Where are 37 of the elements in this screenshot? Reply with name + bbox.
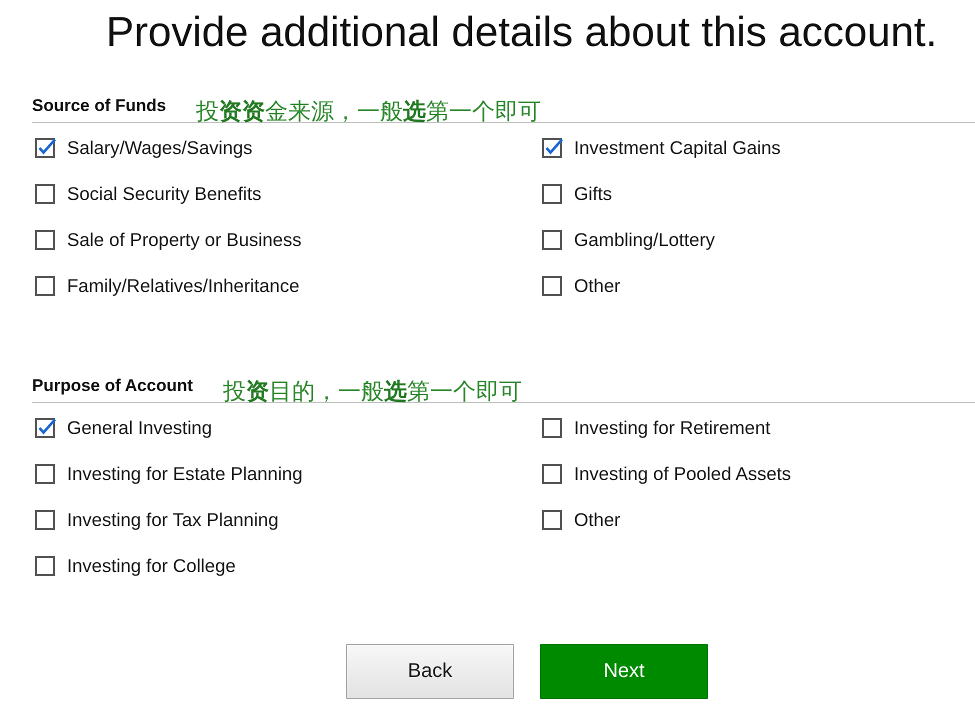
checkbox-label: Salary/Wages/Savings <box>67 137 252 159</box>
section-heading: Source of Funds <box>32 95 166 117</box>
checkbox-label: Investing for College <box>67 555 236 577</box>
back-button[interactable]: Back <box>346 644 514 699</box>
checkbox[interactable] <box>35 275 57 297</box>
checkbox[interactable] <box>542 509 564 531</box>
checkbox[interactable] <box>542 229 564 251</box>
checkbox-label: Investing of Pooled Assets <box>574 463 791 485</box>
checkbox-label: Other <box>574 509 620 531</box>
checkbox-label: Investing for Retirement <box>574 417 770 439</box>
next-button[interactable]: Next <box>540 644 708 699</box>
checkbox-label: Family/Relatives/Inheritance <box>67 275 300 297</box>
checkbox[interactable] <box>542 463 564 485</box>
checkbox-label: Other <box>574 275 620 297</box>
section-heading: Purpose of Account <box>32 375 193 397</box>
checkbox-label: Sale of Property or Business <box>67 229 302 251</box>
checkbox[interactable] <box>35 555 57 577</box>
checkbox[interactable] <box>542 183 564 205</box>
page-title: Provide additional details about this account. <box>105 7 938 56</box>
checkbox[interactable] <box>542 417 564 439</box>
checkbox[interactable] <box>35 463 57 485</box>
checkbox[interactable] <box>542 137 564 159</box>
checkbox[interactable] <box>35 183 57 205</box>
checkbox-label: Social Security Benefits <box>67 183 262 205</box>
checkbox-label: Investing for Tax Planning <box>67 509 279 531</box>
checkbox[interactable] <box>35 137 57 159</box>
annotation-note: 投资目的，一般选第一个即可 <box>222 378 522 407</box>
checkbox[interactable] <box>35 417 57 439</box>
checkbox[interactable] <box>542 275 564 297</box>
checkbox[interactable] <box>35 229 57 251</box>
checkbox-label: General Investing <box>67 417 212 439</box>
annotation-note: 投资资金来源，一般选第一个即可 <box>196 98 542 127</box>
checkbox-label: Gambling/Lottery <box>574 229 715 251</box>
checkbox-label: Gifts <box>574 183 612 205</box>
checkbox[interactable] <box>35 509 57 531</box>
checkbox-label: Investing for Estate Planning <box>67 463 303 485</box>
checkbox-label: Investment Capital Gains <box>574 137 781 159</box>
